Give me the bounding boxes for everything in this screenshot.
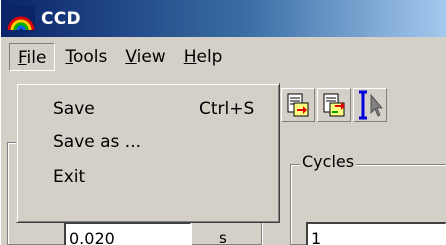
cycles-input[interactable]: 1	[306, 222, 446, 245]
menu-file[interactable]: File	[9, 42, 56, 71]
toolbar-blank	[389, 88, 423, 122]
rainbow-app-icon	[7, 5, 35, 32]
text-cursor-button[interactable]	[353, 88, 387, 122]
menu-view[interactable]: View	[117, 43, 173, 71]
import-document-button[interactable]	[317, 88, 351, 122]
title-bar[interactable]: CCD	[1, 0, 446, 37]
file-menu-dropdown: Save Ctrl+S Save as ... Exit	[16, 83, 280, 223]
menu-help-mnemonic: H	[183, 46, 197, 67]
menu-file-rest: ile	[26, 47, 47, 68]
menu-tools[interactable]: Tools	[57, 43, 115, 71]
menu-item-save[interactable]: Save	[53, 94, 95, 124]
menu-item-exit[interactable]: Exit	[53, 162, 85, 192]
cycles-label: Cycles	[300, 152, 357, 171]
ccd-window: CCD File Tools View Help 0.020 s Cycles …	[0, 0, 446, 245]
menu-help[interactable]: Help	[176, 43, 231, 71]
menu-item-save-shortcut: Ctrl+S	[199, 99, 255, 119]
window-title: CCD	[41, 8, 81, 29]
menu-tools-mnemonic: T	[65, 46, 73, 67]
exposure-time-input[interactable]: 0.020	[64, 222, 192, 245]
cycles-value: 1	[311, 229, 322, 245]
text-cursor-icon	[354, 89, 386, 121]
menu-view-rest: iew	[136, 46, 166, 67]
menu-bar: File Tools View Help	[1, 37, 446, 76]
import-document-icon	[321, 92, 347, 118]
export-document-button[interactable]	[281, 88, 315, 122]
menu-tools-rest: ools	[72, 46, 108, 67]
menu-file-mnemonic: F	[18, 47, 27, 68]
menu-item-save-as[interactable]: Save as ...	[53, 127, 141, 157]
export-document-icon	[285, 92, 311, 118]
exposure-unit-label: s	[219, 229, 227, 245]
exposure-time-value: 0.020	[69, 229, 115, 245]
menu-view-mnemonic: V	[125, 46, 137, 67]
menu-help-rest: elp	[196, 46, 223, 67]
